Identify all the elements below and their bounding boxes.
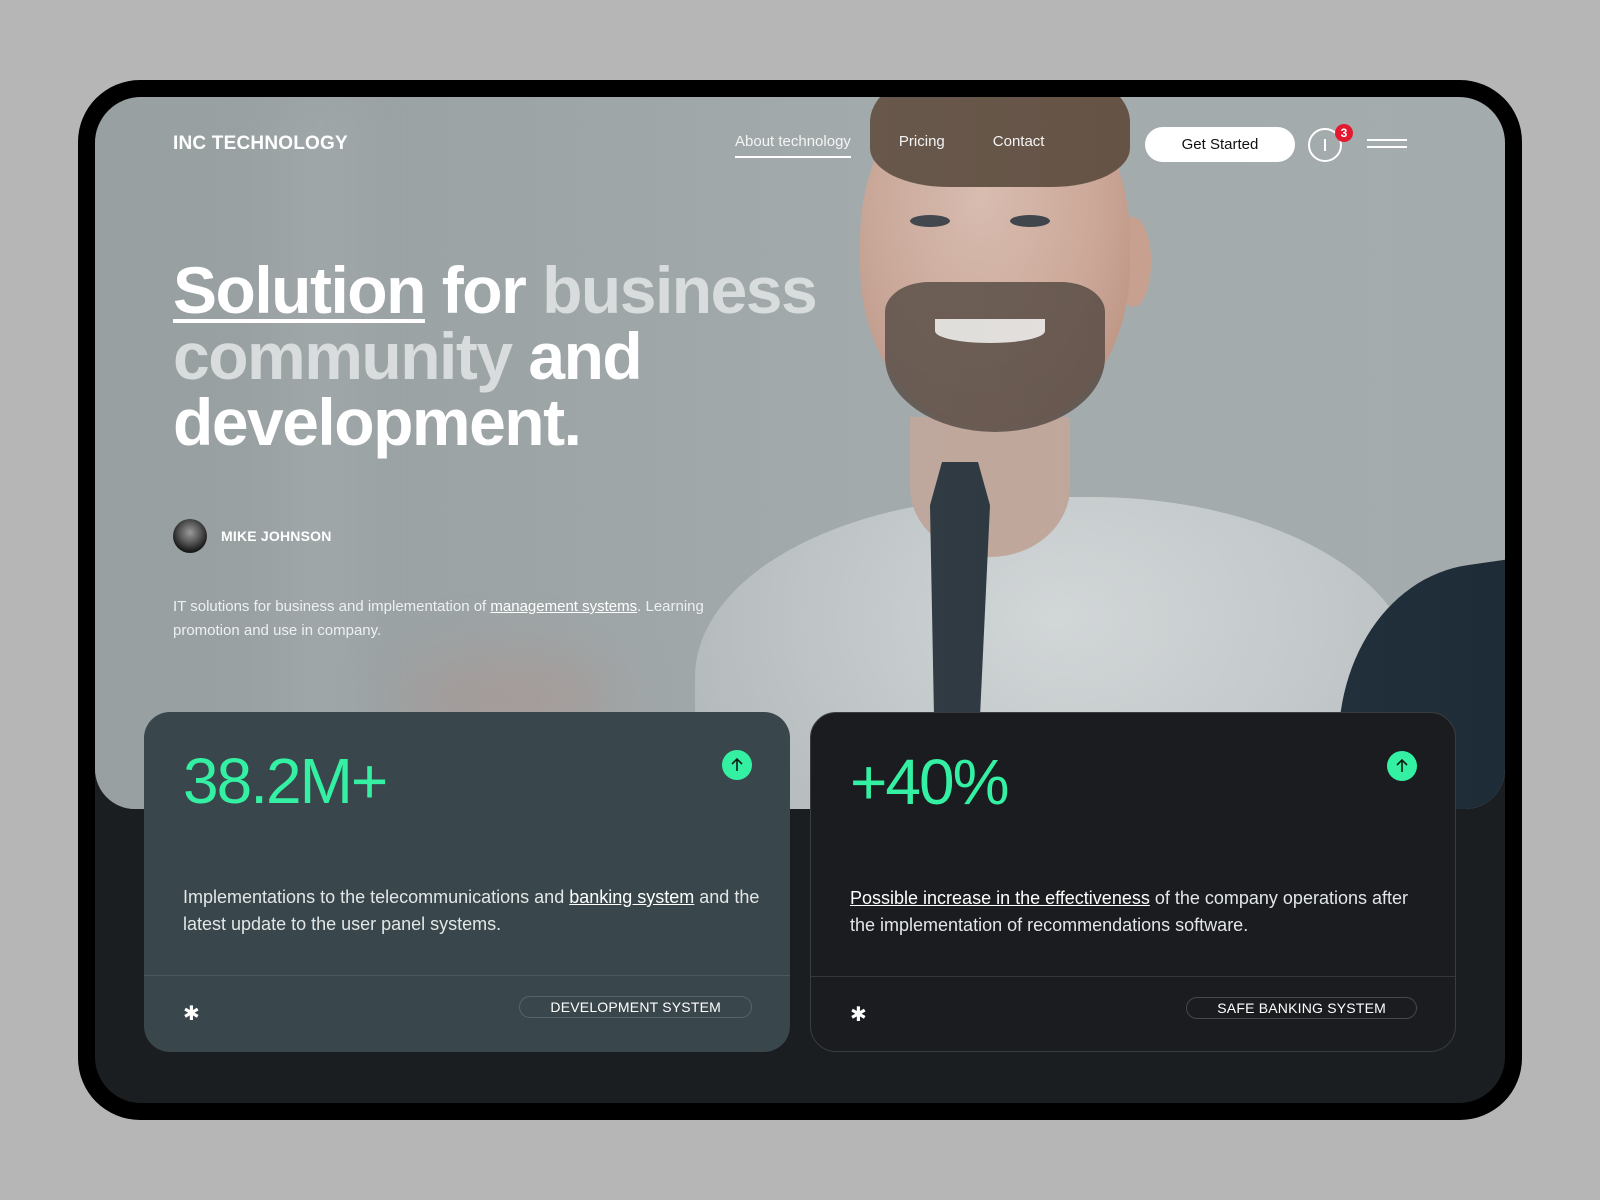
banking-system-link[interactable]: banking system — [569, 887, 694, 907]
hero-section: INC TECHNOLOGY About technology Pricing … — [95, 97, 1505, 809]
asterisk-icon: ✱ — [850, 1004, 867, 1026]
arrow-up-icon[interactable] — [722, 750, 752, 780]
stat-description: Implementations to the telecommunication… — [183, 884, 763, 938]
get-started-button[interactable]: Get Started — [1145, 127, 1295, 162]
intro-text-part: IT solutions for business and implementa… — [173, 598, 491, 615]
headline-word: development. — [173, 385, 582, 459]
tag-safe-banking-system[interactable]: SAFE BANKING SYSTEM — [1186, 997, 1417, 1019]
headline-word: community — [173, 319, 513, 393]
headline-word: and — [528, 319, 642, 393]
stat-value: +40% — [850, 746, 1009, 818]
intro-text: IT solutions for business and implementa… — [173, 595, 773, 643]
asterisk-icon: ✱ — [183, 1003, 200, 1025]
stat-card-banking: +40% Possible increase in the effectiven… — [810, 712, 1456, 1052]
divider — [811, 976, 1455, 977]
hamburger-menu-icon[interactable] — [1367, 139, 1407, 151]
nav-contact[interactable]: Contact — [993, 133, 1045, 158]
avatar[interactable] — [173, 519, 207, 553]
management-systems-link[interactable]: management systems — [490, 598, 637, 615]
desc-part: Implementations to the telecommunication… — [183, 887, 570, 907]
author-name: MIKE JOHNSON — [221, 528, 332, 544]
divider — [144, 975, 790, 976]
main-nav: About technology Pricing Contact — [735, 133, 1044, 158]
headline-word: for — [441, 253, 527, 327]
headline-word: Solution — [173, 253, 426, 327]
stat-description: Possible increase in the effectiveness o… — [850, 885, 1430, 939]
screen: INC TECHNOLOGY About technology Pricing … — [95, 97, 1505, 1103]
arrow-up-icon[interactable] — [1387, 751, 1417, 781]
page-title: Solution for business community and deve… — [173, 257, 873, 455]
stat-card-development: 38.2M+ Implementations to the telecommun… — [144, 712, 790, 1052]
effectiveness-link[interactable]: Possible increase in the effectiveness — [850, 888, 1150, 908]
headline-word: business — [542, 253, 818, 327]
stat-value: 38.2M+ — [183, 745, 388, 817]
notification-badge: 3 — [1335, 124, 1353, 142]
nav-pricing[interactable]: Pricing — [899, 133, 945, 158]
nav-about-technology[interactable]: About technology — [735, 133, 851, 158]
tag-development-system[interactable]: DEVELOPMENT SYSTEM — [519, 996, 752, 1018]
author: MIKE JOHNSON — [173, 519, 332, 553]
logo[interactable]: INC TECHNOLOGY — [173, 133, 348, 155]
